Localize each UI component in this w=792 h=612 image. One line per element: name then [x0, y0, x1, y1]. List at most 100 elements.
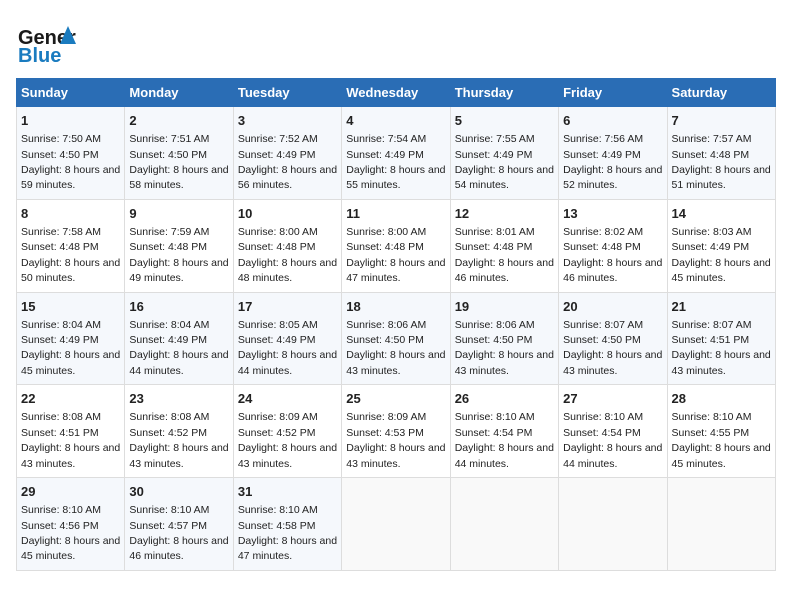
weekday-header-saturday: Saturday — [667, 79, 775, 107]
sunrise-info: Sunrise: 8:07 AM — [672, 319, 752, 331]
sunset-info: Sunset: 4:49 PM — [238, 149, 316, 161]
day-number: 24 — [238, 390, 337, 408]
weekday-header-wednesday: Wednesday — [342, 79, 450, 107]
sunrise-info: Sunrise: 8:06 AM — [346, 319, 426, 331]
daylight-info: Daylight: 8 hours and 48 minutes. — [238, 257, 337, 284]
day-number: 26 — [455, 390, 554, 408]
daylight-info: Daylight: 8 hours and 50 minutes. — [21, 257, 120, 284]
calendar-cell: 31Sunrise: 8:10 AMSunset: 4:58 PMDayligh… — [233, 478, 341, 571]
sunset-info: Sunset: 4:50 PM — [21, 149, 99, 161]
daylight-info: Daylight: 8 hours and 56 minutes. — [238, 164, 337, 191]
sunset-info: Sunset: 4:51 PM — [672, 334, 750, 346]
daylight-info: Daylight: 8 hours and 44 minutes. — [455, 442, 554, 469]
day-number: 10 — [238, 205, 337, 223]
day-number: 6 — [563, 112, 662, 130]
sunrise-info: Sunrise: 8:08 AM — [21, 411, 101, 423]
daylight-info: Daylight: 8 hours and 43 minutes. — [455, 349, 554, 376]
sunrise-info: Sunrise: 7:54 AM — [346, 133, 426, 145]
sunrise-info: Sunrise: 8:06 AM — [455, 319, 535, 331]
sunset-info: Sunset: 4:50 PM — [455, 334, 533, 346]
sunrise-info: Sunrise: 8:04 AM — [21, 319, 101, 331]
day-number: 3 — [238, 112, 337, 130]
sunset-info: Sunset: 4:51 PM — [21, 427, 99, 439]
day-number: 22 — [21, 390, 120, 408]
calendar-week-row: 15 Sunrise: 8:04 AM Sunset: 4:49 PM Dayligh… — [17, 292, 776, 385]
daylight-info: Daylight: 8 hours and 55 minutes. — [346, 164, 445, 191]
day-number: 19 — [455, 298, 554, 316]
sunrise-info: Sunrise: 8:01 AM — [455, 226, 535, 238]
calendar-cell: 7Sunrise: 7:57 AMSunset: 4:48 PMDaylight… — [667, 107, 775, 200]
day-number: 9 — [129, 205, 228, 223]
calendar-cell: 11Sunrise: 8:00 AMSunset: 4:48 PMDayligh… — [342, 199, 450, 292]
calendar-cell: 12Sunrise: 8:01 AMSunset: 4:48 PMDayligh… — [450, 199, 558, 292]
day-number: 30 — [129, 483, 228, 501]
sunrise-info: Sunrise: 7:55 AM — [455, 133, 535, 145]
daylight-info: Daylight: 8 hours and 43 minutes. — [563, 349, 662, 376]
sunset-info: Sunset: 4:48 PM — [129, 241, 207, 253]
daylight-info: Daylight: 8 hours and 54 minutes. — [455, 164, 554, 191]
daylight-info: Daylight: 8 hours and 45 minutes. — [21, 535, 120, 562]
sunset-info: Sunset: 4:48 PM — [21, 241, 99, 253]
calendar-week-row: 1Sunrise: 7:50 AMSunset: 4:50 PMDaylight… — [17, 107, 776, 200]
day-number: 27 — [563, 390, 662, 408]
sunrise-info: Sunrise: 8:10 AM — [238, 504, 318, 516]
calendar-cell — [342, 478, 450, 571]
sunset-info: Sunset: 4:53 PM — [346, 427, 424, 439]
calendar-cell: 10Sunrise: 8:00 AMSunset: 4:48 PMDayligh… — [233, 199, 341, 292]
sunrise-info: Sunrise: 8:04 AM — [129, 319, 209, 331]
calendar-cell: 18Sunrise: 8:06 AMSunset: 4:50 PMDayligh… — [342, 292, 450, 385]
daylight-info: Daylight: 8 hours and 46 minutes. — [129, 535, 228, 562]
calendar-cell: 30 Sunrise: 8:10 AM Sunset: 4:57 PM Dayligh… — [125, 478, 233, 571]
day-number: 13 — [563, 205, 662, 223]
day-number: 20 — [563, 298, 662, 316]
sunrise-info: Sunrise: 8:10 AM — [129, 504, 209, 516]
daylight-info: Daylight: 8 hours and 59 minutes. — [21, 164, 120, 191]
calendar-cell: 3Sunrise: 7:52 AMSunset: 4:49 PMDaylight… — [233, 107, 341, 200]
calendar-cell — [667, 478, 775, 571]
calendar-cell: 26Sunrise: 8:10 AMSunset: 4:54 PMDayligh… — [450, 385, 558, 478]
day-number: 4 — [346, 112, 445, 130]
daylight-info: Daylight: 8 hours and 44 minutes. — [563, 442, 662, 469]
day-number: 21 — [672, 298, 771, 316]
weekday-header-monday: Monday — [125, 79, 233, 107]
calendar-cell — [450, 478, 558, 571]
sunset-info: Sunset: 4:49 PM — [455, 149, 533, 161]
sunrise-info: Sunrise: 8:09 AM — [238, 411, 318, 423]
day-number: 16 — [129, 298, 228, 316]
sunset-info: Sunset: 4:48 PM — [346, 241, 424, 253]
daylight-info: Daylight: 8 hours and 43 minutes. — [129, 442, 228, 469]
sunset-info: Sunset: 4:49 PM — [129, 334, 207, 346]
calendar-cell: 14Sunrise: 8:03 AMSunset: 4:49 PMDayligh… — [667, 199, 775, 292]
daylight-info: Daylight: 8 hours and 44 minutes. — [238, 349, 337, 376]
sunrise-info: Sunrise: 8:00 AM — [346, 226, 426, 238]
calendar-cell: 13Sunrise: 8:02 AMSunset: 4:48 PMDayligh… — [559, 199, 667, 292]
sunset-info: Sunset: 4:50 PM — [563, 334, 641, 346]
day-number: 15 — [21, 298, 120, 316]
calendar-cell: 22 Sunrise: 8:08 AM Sunset: 4:51 PM Dayligh… — [17, 385, 125, 478]
daylight-info: Daylight: 8 hours and 43 minutes. — [21, 442, 120, 469]
calendar-cell: 16 Sunrise: 8:04 AM Sunset: 4:49 PM Dayligh… — [125, 292, 233, 385]
daylight-info: Daylight: 8 hours and 44 minutes. — [129, 349, 228, 376]
calendar-cell: 23Sunrise: 8:08 AMSunset: 4:52 PMDayligh… — [125, 385, 233, 478]
sunset-info: Sunset: 4:48 PM — [672, 149, 750, 161]
daylight-info: Daylight: 8 hours and 43 minutes. — [346, 349, 445, 376]
day-number: 28 — [672, 390, 771, 408]
sunset-info: Sunset: 4:49 PM — [346, 149, 424, 161]
weekday-header-row: SundayMondayTuesdayWednesdayThursdayFrid… — [17, 79, 776, 107]
sunset-info: Sunset: 4:54 PM — [563, 427, 641, 439]
sunset-info: Sunset: 4:52 PM — [129, 427, 207, 439]
day-number: 7 — [672, 112, 771, 130]
sunset-info: Sunset: 4:57 PM — [129, 520, 207, 532]
daylight-info: Daylight: 8 hours and 45 minutes. — [672, 257, 771, 284]
day-number: 25 — [346, 390, 445, 408]
day-number: 5 — [455, 112, 554, 130]
calendar-cell: 24Sunrise: 8:09 AMSunset: 4:52 PMDayligh… — [233, 385, 341, 478]
sunrise-info: Sunrise: 8:09 AM — [346, 411, 426, 423]
weekday-header-sunday: Sunday — [17, 79, 125, 107]
weekday-header-tuesday: Tuesday — [233, 79, 341, 107]
sunrise-info: Sunrise: 8:00 AM — [238, 226, 318, 238]
sunset-info: Sunset: 4:54 PM — [455, 427, 533, 439]
sunset-info: Sunset: 4:49 PM — [238, 334, 316, 346]
daylight-info: Daylight: 8 hours and 47 minutes. — [238, 535, 337, 562]
sunset-info: Sunset: 4:56 PM — [21, 520, 99, 532]
